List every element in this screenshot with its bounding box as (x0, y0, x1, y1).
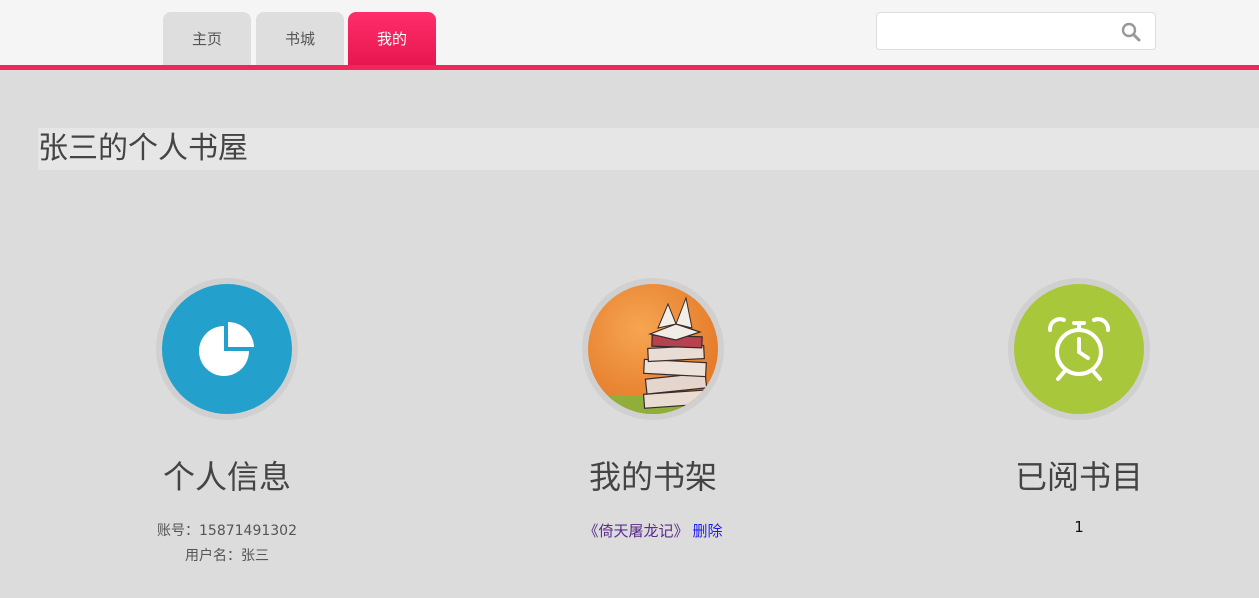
profile-icon-ring (156, 278, 298, 420)
search-input[interactable] (885, 19, 1105, 43)
book-stack-icon (588, 296, 718, 414)
page-title-bar: 张三的个人书屋 (38, 128, 1259, 170)
profile-info: 账号：15871491302 用户名：张三 (77, 519, 377, 569)
profile-title: 个人信息 (162, 458, 291, 496)
bookshelf-title: 我的书架 (588, 458, 717, 496)
read-books-section: 已阅书目 1 (929, 278, 1229, 539)
search-icon[interactable] (1121, 22, 1141, 42)
tab-home-label: 主页 (191, 30, 222, 48)
bookshelf-list: 《倚天屠龙记》 删除 (503, 519, 803, 543)
alarm-clock-icon (1048, 317, 1110, 381)
tab-bookstore-label: 书城 (284, 30, 315, 48)
username: 用户名：张三 (185, 548, 269, 564)
page-title: 张三的个人书屋 (38, 131, 248, 166)
pie-chart-icon (199, 322, 254, 376)
tab-mine[interactable]: 我的 (348, 12, 436, 65)
top-navigation-bar: 主页 书城 我的 (0, 0, 1259, 70)
read-icon-ring (1008, 278, 1150, 420)
bookshelf-icon-circle[interactable] (588, 284, 718, 414)
read-icon-circle[interactable] (1014, 284, 1144, 414)
account-number: 账号：15871491302 (157, 523, 297, 539)
book-link[interactable]: 《倚天屠龙记》 (583, 522, 688, 540)
bookshelf-icon-ring (582, 278, 724, 420)
bookshelf-section: 我的书架 《倚天屠龙记》 删除 (503, 278, 803, 543)
tab-home[interactable]: 主页 (163, 12, 251, 65)
delete-book-link[interactable]: 删除 (693, 522, 723, 540)
read-books-count: 1 (1074, 518, 1084, 536)
tab-mine-label: 我的 (376, 30, 407, 48)
profile-section: 个人信息 账号：15871491302 用户名：张三 (77, 278, 377, 569)
tab-bookstore[interactable]: 书城 (256, 12, 344, 65)
search-box (876, 12, 1156, 50)
profile-icon-circle[interactable] (162, 284, 292, 414)
read-books-title: 已阅书目 (1014, 458, 1143, 496)
